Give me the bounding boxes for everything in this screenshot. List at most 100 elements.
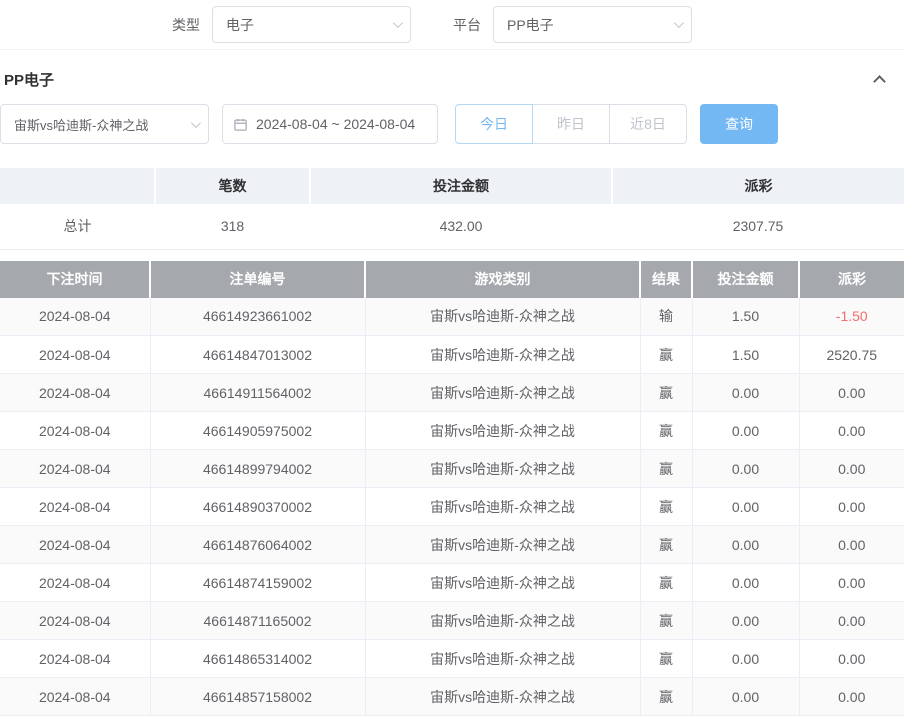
summary-header-row: 笔数 投注金额 派彩 xyxy=(0,168,904,204)
type-label: 类型 xyxy=(172,15,200,35)
result-cell: 赢 xyxy=(640,412,692,450)
summary-table: 笔数 投注金额 派彩 总计 318 432.00 2307.75 xyxy=(0,168,904,250)
result-cell: 赢 xyxy=(640,336,692,374)
bet-time-cell: 2024-08-04 xyxy=(0,488,150,526)
bet-time-cell: 2024-08-04 xyxy=(0,640,150,678)
table-row: 2024-08-0446614847013002宙斯vs哈迪斯-众神之战赢1.5… xyxy=(0,336,904,374)
page: 类型 电子 平台 PP电子 PP电子 宙斯vs哈迪斯-众神之战 xyxy=(0,0,904,719)
last-8-days-button[interactable]: 近8日 xyxy=(609,104,687,144)
game-select[interactable]: 宙斯vs哈迪斯-众神之战 xyxy=(0,104,209,144)
bet-number-cell: 46614871165002 xyxy=(150,602,365,640)
bet-number-cell: 46614847013002 xyxy=(150,336,365,374)
game-category-cell: 宙斯vs哈迪斯-众神之战 xyxy=(365,564,640,602)
table-row: 2024-08-0446614871165002宙斯vs哈迪斯-众神之战赢0.0… xyxy=(0,602,904,640)
chevron-down-icon xyxy=(674,18,684,28)
game-category-cell: 宙斯vs哈迪斯-众神之战 xyxy=(365,526,640,564)
table-row: 2024-08-0446614874159002宙斯vs哈迪斯-众神之战赢0.0… xyxy=(0,564,904,602)
bet-amount-cell: 0.00 xyxy=(692,564,799,602)
bet-amount-cell: 1.50 xyxy=(692,298,799,336)
platform-label: 平台 xyxy=(453,15,481,35)
records-header-payout: 派彩 xyxy=(799,261,904,298)
game-category-cell: 宙斯vs哈迪斯-众神之战 xyxy=(365,298,640,336)
summary-header-empty xyxy=(0,168,155,204)
payout-cell: 0.00 xyxy=(799,602,904,640)
records-header-row: 下注时间 注单编号 游戏类别 结果 投注金额 派彩 xyxy=(0,261,904,298)
bet-number-cell: 46614857158002 xyxy=(150,678,365,716)
bet-amount-cell: 0.00 xyxy=(692,412,799,450)
game-category-cell: 宙斯vs哈迪斯-众神之战 xyxy=(365,450,640,488)
bet-time-cell: 2024-08-04 xyxy=(0,374,150,412)
bet-time-cell: 2024-08-04 xyxy=(0,336,150,374)
payout-cell: 0.00 xyxy=(799,412,904,450)
yesterday-button[interactable]: 昨日 xyxy=(532,104,610,144)
game-select-value: 宙斯vs哈迪斯-众神之战 xyxy=(14,115,148,134)
bet-time-cell: 2024-08-04 xyxy=(0,298,150,336)
type-select[interactable]: 电子 xyxy=(212,6,411,43)
date-range-picker[interactable]: 2024-08-04 ~ 2024-08-04 xyxy=(222,104,438,144)
bet-amount-cell: 0.00 xyxy=(692,488,799,526)
table-row: 2024-08-0446614899794002宙斯vs哈迪斯-众神之战赢0.0… xyxy=(0,450,904,488)
bet-number-cell: 46614876064002 xyxy=(150,526,365,564)
bet-time-cell: 2024-08-04 xyxy=(0,678,150,716)
bet-amount-cell: 0.00 xyxy=(692,374,799,412)
bet-amount-cell: 1.50 xyxy=(692,336,799,374)
table-row: 2024-08-0446614876064002宙斯vs哈迪斯-众神之战赢0.0… xyxy=(0,526,904,564)
top-filter-bar: 类型 电子 平台 PP电子 xyxy=(0,0,904,50)
summary-header-count: 笔数 xyxy=(155,168,310,204)
records-header-result: 结果 xyxy=(640,261,692,298)
section-header[interactable]: PP电子 xyxy=(0,50,904,104)
bet-number-cell: 46614905975002 xyxy=(150,412,365,450)
payout-cell: 0.00 xyxy=(799,488,904,526)
table-row: 2024-08-0446614865314002宙斯vs哈迪斯-众神之战赢0.0… xyxy=(0,640,904,678)
bet-amount-cell: 0.00 xyxy=(692,678,799,716)
platform-select[interactable]: PP电子 xyxy=(493,6,692,43)
section-title: PP电子 xyxy=(4,69,54,90)
summary-bet-amount: 432.00 xyxy=(310,204,612,249)
game-category-cell: 宙斯vs哈迪斯-众神之战 xyxy=(365,678,640,716)
payout-cell: 0.00 xyxy=(799,526,904,564)
result-cell: 赢 xyxy=(640,602,692,640)
summary-payout: 2307.75 xyxy=(612,204,904,249)
calendar-icon xyxy=(233,117,248,132)
result-cell: 赢 xyxy=(640,678,692,716)
bet-time-cell: 2024-08-04 xyxy=(0,412,150,450)
table-row: 2024-08-0446614911564002宙斯vs哈迪斯-众神之战赢0.0… xyxy=(0,374,904,412)
records-header-bet-number: 注单编号 xyxy=(150,261,365,298)
game-category-cell: 宙斯vs哈迪斯-众神之战 xyxy=(365,488,640,526)
summary-row: 总计 318 432.00 2307.75 xyxy=(0,204,904,249)
game-category-cell: 宙斯vs哈迪斯-众神之战 xyxy=(365,412,640,450)
chevron-up-icon[interactable] xyxy=(873,75,886,88)
bet-number-cell: 46614899794002 xyxy=(150,450,365,488)
bet-number-cell: 46614865314002 xyxy=(150,640,365,678)
bet-time-cell: 2024-08-04 xyxy=(0,564,150,602)
filter-bar: 宙斯vs哈迪斯-众神之战 2024-08-04 ~ 2024-08-04 今日 … xyxy=(0,104,904,144)
platform-field: 平台 PP电子 xyxy=(453,6,692,43)
bet-amount-cell: 0.00 xyxy=(692,450,799,488)
bet-time-cell: 2024-08-04 xyxy=(0,450,150,488)
result-cell: 赢 xyxy=(640,374,692,412)
bet-amount-cell: 0.00 xyxy=(692,640,799,678)
payout-cell: 0.00 xyxy=(799,678,904,716)
game-category-cell: 宙斯vs哈迪斯-众神之战 xyxy=(365,374,640,412)
table-row: 2024-08-0446614923661002宙斯vs哈迪斯-众神之战输1.5… xyxy=(0,298,904,336)
date-range-value: 2024-08-04 ~ 2024-08-04 xyxy=(256,116,415,132)
payout-cell: 2520.75 xyxy=(799,336,904,374)
result-cell: 赢 xyxy=(640,640,692,678)
payout-cell: 0.00 xyxy=(799,374,904,412)
records-header-bet-amount: 投注金额 xyxy=(692,261,799,298)
summary-total-label: 总计 xyxy=(0,204,155,249)
bet-number-cell: 46614890370002 xyxy=(150,488,365,526)
today-button[interactable]: 今日 xyxy=(455,104,533,144)
table-row: 2024-08-0446614890370002宙斯vs哈迪斯-众神之战赢0.0… xyxy=(0,488,904,526)
records-table: 下注时间 注单编号 游戏类别 结果 投注金额 派彩 2024-08-044661… xyxy=(0,261,904,717)
type-field: 类型 电子 xyxy=(172,6,411,43)
bet-amount-cell: 0.00 xyxy=(692,526,799,564)
result-cell: 输 xyxy=(640,298,692,336)
quick-range-buttons: 今日 昨日 近8日 xyxy=(455,104,687,144)
query-button[interactable]: 查询 xyxy=(700,104,778,144)
result-cell: 赢 xyxy=(640,564,692,602)
chevron-down-icon xyxy=(191,118,201,128)
summary-header-payout: 派彩 xyxy=(612,168,904,204)
bet-time-cell: 2024-08-04 xyxy=(0,526,150,564)
payout-cell: 0.00 xyxy=(799,564,904,602)
